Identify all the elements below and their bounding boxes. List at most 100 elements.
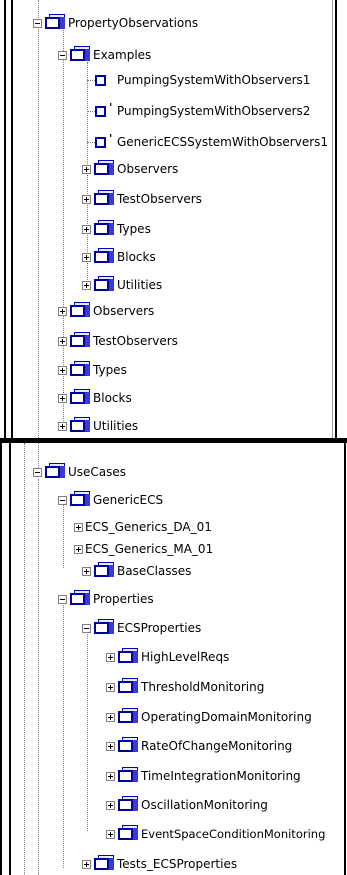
package-icon — [94, 562, 114, 577]
tree-node-label: ThresholdMonitoring — [141, 680, 265, 694]
tree-node-label: GenericECSSystemWithObservers1 — [117, 135, 329, 149]
package-icon — [70, 332, 90, 347]
tree-node-label: UseCases — [68, 465, 127, 479]
expand-icon[interactable] — [58, 394, 67, 403]
tree-node-label: TimeIntegrationMonitoring — [141, 769, 301, 783]
modified-marker: ' — [109, 101, 113, 114]
package-icon — [94, 190, 114, 205]
tree-node-label: Observers — [117, 162, 179, 176]
collapse-icon[interactable] — [33, 468, 42, 477]
tree-node-label: Examples — [93, 48, 152, 62]
expand-icon[interactable] — [106, 830, 115, 839]
collapse-icon[interactable] — [58, 595, 67, 604]
expand-icon[interactable] — [106, 772, 115, 781]
diagram-icon — [95, 75, 106, 86]
expand-icon[interactable] — [106, 742, 115, 751]
collapse-icon[interactable] — [58, 496, 67, 505]
tree-panel-top: PropertyObservations Examples PumpingSys… — [0, 0, 347, 440]
package-icon — [94, 220, 114, 235]
package-icon — [70, 302, 90, 317]
package-icon — [45, 463, 65, 478]
tree-node-label: EventSpaceConditionMonitoring — [141, 827, 326, 841]
tree-node-label: Types — [117, 222, 151, 236]
package-icon — [70, 590, 90, 605]
expand-icon[interactable] — [82, 225, 91, 234]
expand-icon[interactable] — [106, 801, 115, 810]
expand-icon[interactable] — [82, 567, 91, 576]
tree-node-label: Blocks — [117, 250, 156, 264]
expand-icon[interactable] — [74, 523, 83, 532]
tree-node-label: Utilities — [117, 278, 163, 292]
package-icon — [45, 14, 65, 29]
tree-node-label: Tests_ECSProperties — [117, 857, 238, 871]
package-icon — [94, 160, 114, 175]
tree-node-label: TestObservers — [117, 192, 202, 206]
tree-node-label: ECS_Generics_DA_01 — [85, 520, 212, 534]
package-icon — [70, 46, 90, 61]
collapse-icon[interactable] — [58, 51, 67, 60]
tree-connector — [63, 603, 64, 868]
expand-icon[interactable] — [82, 195, 91, 204]
package-icon — [94, 855, 114, 870]
expand-icon[interactable] — [82, 165, 91, 174]
package-icon — [70, 491, 90, 506]
tree-node-label: TestObservers — [93, 334, 178, 348]
tree-node-label: OscillationMonitoring — [141, 798, 268, 812]
expand-icon[interactable] — [74, 545, 83, 554]
package-icon — [94, 619, 114, 634]
tree-connector — [87, 80, 95, 81]
expand-icon[interactable] — [82, 281, 91, 290]
tree-connector — [38, 443, 39, 468]
expand-icon[interactable] — [106, 713, 115, 722]
tree-connector — [87, 111, 95, 112]
tree-node-label: OperatingDomainMonitoring — [141, 710, 312, 724]
tree-connector — [38, 479, 39, 875]
package-icon — [118, 796, 138, 811]
expand-icon[interactable] — [106, 653, 115, 662]
package-icon — [118, 708, 138, 723]
expand-icon[interactable] — [82, 860, 91, 869]
tree-connector — [87, 631, 88, 831]
tree-node-label: Types — [93, 363, 127, 377]
expand-icon[interactable] — [82, 253, 91, 262]
package-icon — [70, 389, 90, 404]
tree-node-label: RateOfChangeMonitoring — [141, 739, 293, 753]
tree-node-label: PumpingSystemWithObservers1 — [117, 73, 311, 87]
diagram-icon — [95, 137, 106, 148]
expand-icon[interactable] — [106, 683, 115, 692]
tree-panel-bottom: UseCases GenericECS ECS_Generics_DA_01 E… — [0, 443, 347, 875]
package-icon — [118, 737, 138, 752]
tree-connector — [63, 503, 64, 568]
package-icon — [118, 678, 138, 693]
diagram-icon — [95, 106, 106, 117]
panel-border-right — [344, 443, 346, 875]
panel-border-left — [11, 0, 13, 440]
expand-icon[interactable] — [58, 422, 67, 431]
tree-node-label: ECS_Generics_MA_01 — [85, 542, 214, 556]
tree-node-label: Blocks — [93, 391, 132, 405]
collapse-icon[interactable] — [82, 624, 91, 633]
expand-icon[interactable] — [58, 337, 67, 346]
tree-connector — [38, 0, 39, 440]
tree-node-label: GenericECS — [93, 493, 164, 507]
panel-border-outer — [0, 443, 2, 875]
package-icon — [70, 361, 90, 376]
package-icon — [118, 825, 138, 840]
expand-icon[interactable] — [58, 307, 67, 316]
tree-node-label: Utilities — [93, 419, 139, 433]
panel-border-inner — [332, 0, 333, 440]
package-icon — [94, 248, 114, 263]
expand-icon[interactable] — [58, 366, 67, 375]
tree-node-label: ECSProperties — [117, 621, 202, 635]
tree-connector — [24, 443, 25, 875]
tree-node-label: Properties — [93, 592, 154, 606]
tree-node-label: BaseClasses — [117, 564, 192, 578]
package-icon — [118, 648, 138, 663]
modified-marker: ' — [109, 132, 113, 145]
tree-node-label: HighLevelReqs — [141, 650, 230, 664]
collapse-icon[interactable] — [33, 19, 42, 28]
panel-border-right — [335, 0, 337, 440]
tree-node-label: PropertyObservations — [68, 16, 199, 30]
package-icon — [70, 417, 90, 432]
tree-node-label: Observers — [93, 304, 155, 318]
